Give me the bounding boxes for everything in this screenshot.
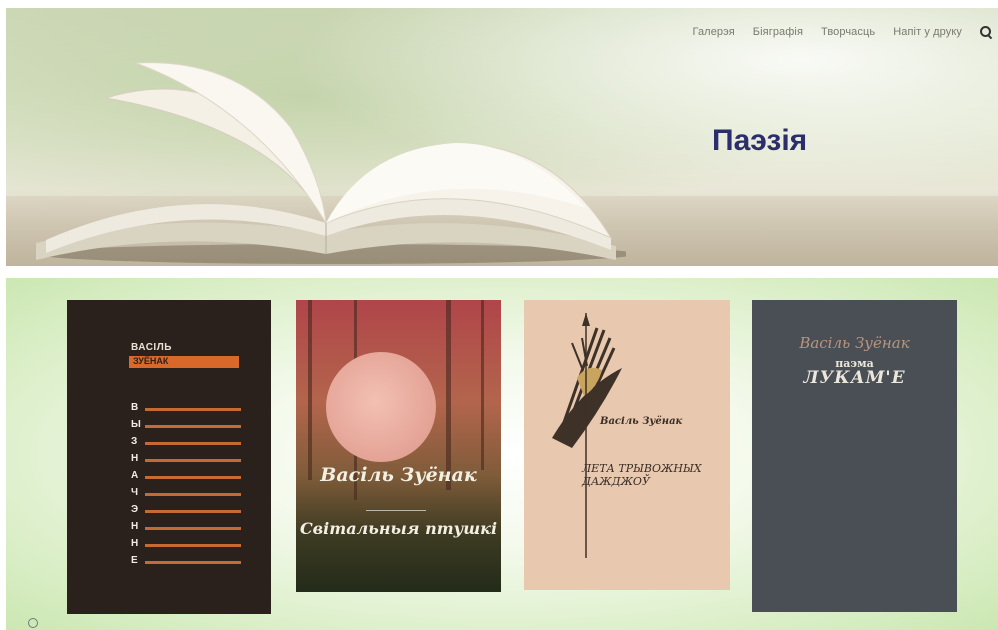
cover-divider bbox=[366, 510, 426, 511]
cover-title-letter: Ч bbox=[131, 487, 139, 498]
search-icon[interactable] bbox=[980, 26, 992, 38]
cover-tree-trunk bbox=[308, 300, 312, 480]
cover-author-bar: ЗУЁНАК bbox=[129, 356, 239, 368]
cover-stripe bbox=[145, 425, 241, 428]
book-cover-svitalnyya-ptushki[interactable]: Васіль Зуёнак Світальныя птушкі bbox=[296, 300, 501, 592]
cover-title-letter: Н bbox=[131, 453, 139, 464]
cover-stripe bbox=[145, 459, 241, 462]
nav-item-gallery[interactable]: Галерэя bbox=[693, 26, 735, 38]
cover-author: Васіль Зуёнак bbox=[320, 464, 477, 486]
book-cover-lukame[interactable]: Васіль Зуёнак паэма ЛУКАМ'Е bbox=[752, 300, 957, 612]
cover-author-last: ЗУЁНАК bbox=[133, 356, 169, 366]
cover-author: Васіль Зуёнак bbox=[600, 416, 683, 427]
cover-tree-trunk bbox=[446, 300, 451, 490]
cover-stripe bbox=[145, 442, 241, 445]
cover-title: Світальныя птушкі bbox=[299, 519, 498, 538]
cover-stripe bbox=[145, 510, 241, 513]
cover-stripe bbox=[145, 408, 241, 411]
open-book-image bbox=[36, 62, 626, 264]
cover-title-block: паэма ЛУКАМ'Е bbox=[752, 356, 957, 388]
info-icon[interactable] bbox=[28, 618, 38, 628]
cover-author: Васіль Зуёнак bbox=[799, 334, 910, 352]
cover-stripe bbox=[145, 476, 241, 479]
cover-title-letter: З bbox=[131, 436, 138, 447]
cover-title-letter: В bbox=[131, 402, 139, 413]
cover-author-first: ВАСІЛЬ bbox=[131, 342, 172, 353]
cover-title-letter: Э bbox=[131, 504, 139, 515]
nav-item-in-print[interactable]: Напіт у друку bbox=[893, 26, 962, 38]
cover-moon bbox=[326, 352, 436, 462]
hero-banner: Галерэя Біяграфія Творчасць Напіт у друк… bbox=[6, 8, 998, 266]
nav-item-works[interactable]: Творчасць bbox=[821, 26, 875, 38]
book-gallery: ВАСІЛЬ ЗУЁНАК В Ы З Н А Ч Э Н Н Е Васіль… bbox=[6, 278, 998, 630]
book-cover-leta-tryvozhnykh-dazhdzhou[interactable]: Васіль Зуёнак ЛЕТА ТРЫВОЖНЫХ ДАЖДЖОЎ bbox=[524, 300, 730, 590]
cover-title-letter: Е bbox=[131, 555, 138, 566]
cover-stripe bbox=[145, 527, 241, 530]
cover-stripe bbox=[145, 493, 241, 496]
cover-title-letter: Ы bbox=[131, 419, 141, 430]
cover-illustration bbox=[552, 313, 622, 558]
cover-title-letter: А bbox=[131, 470, 139, 481]
top-navigation: Галерэя Біяграфія Творчасць Напіт у друк… bbox=[693, 26, 992, 38]
nav-item-biography[interactable]: Біяграфія bbox=[753, 26, 803, 38]
cover-tree-trunk bbox=[481, 300, 484, 470]
cover-title: ЛЕТА ТРЫВОЖНЫХ ДАЖДЖОЎ bbox=[582, 462, 702, 488]
cover-stripe bbox=[145, 544, 241, 547]
cover-title: ЛУКАМ'Е bbox=[803, 368, 906, 388]
cover-title-letter: Н bbox=[131, 521, 139, 532]
cover-title-letter: Н bbox=[131, 538, 139, 549]
cover-stripe bbox=[145, 561, 241, 564]
book-cover-vyznachenne[interactable]: ВАСІЛЬ ЗУЁНАК В Ы З Н А Ч Э Н Н Е bbox=[67, 300, 271, 614]
page-title: Паэзія bbox=[712, 124, 808, 157]
